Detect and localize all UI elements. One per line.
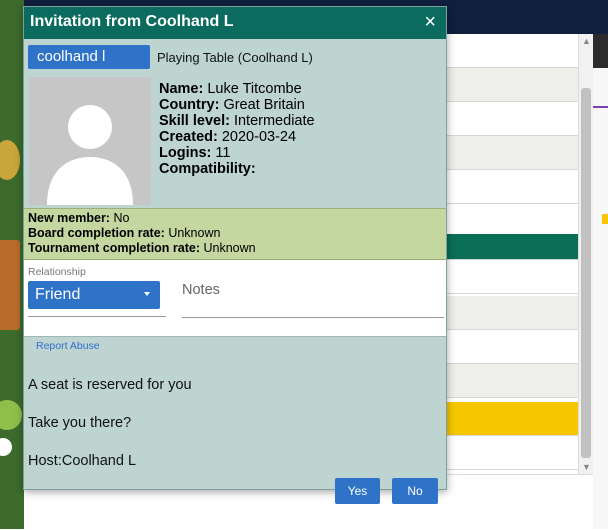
list-item xyxy=(447,136,579,170)
list-item xyxy=(447,170,579,204)
relationship-underline xyxy=(28,316,166,317)
list-item xyxy=(447,364,579,398)
member-stats-panel: New member: No Board completion rate: Un… xyxy=(24,208,446,260)
dialog-title: Invitation from Coolhand L xyxy=(30,13,234,30)
scroll-up-icon[interactable]: ▲ xyxy=(582,36,591,46)
user-avatar-icon xyxy=(29,77,151,205)
profile-logins: 11 xyxy=(215,145,231,161)
table-label: Playing Table (Coolhand L) xyxy=(157,50,313,65)
invitation-dialog: Invitation from Coolhand L × coolhand l … xyxy=(23,6,447,490)
tournament-completion-value: Unknown xyxy=(203,241,256,255)
list-item xyxy=(447,330,579,364)
list-item xyxy=(447,102,579,136)
dropdown-caret-icon xyxy=(144,292,150,296)
new-member-value: No xyxy=(113,211,130,225)
profile-created: 2020-03-24 xyxy=(221,129,297,145)
scrollbar-thumb[interactable] xyxy=(581,88,591,458)
list-item xyxy=(447,68,579,102)
background-scrollbar[interactable]: ▲ ▼ xyxy=(578,34,593,474)
close-icon[interactable]: × xyxy=(424,11,436,34)
no-button[interactable]: No xyxy=(392,478,438,504)
list-item xyxy=(447,260,579,294)
background-right-panel xyxy=(593,34,608,529)
list-item xyxy=(447,34,579,68)
report-abuse-link[interactable]: Report Abuse xyxy=(36,340,100,352)
list-header xyxy=(447,234,579,260)
scroll-down-icon[interactable]: ▼ xyxy=(582,462,591,472)
board-completion-value: Unknown xyxy=(168,226,221,240)
yes-button[interactable]: Yes xyxy=(335,478,380,504)
list-item-highlighted xyxy=(447,402,579,436)
profile-name: Luke Titcombe xyxy=(207,81,302,97)
list-item xyxy=(447,436,579,470)
seat-reserved-message: A seat is reserved for you xyxy=(28,377,192,393)
profile-info: Name: Luke Titcombe Country: Great Brita… xyxy=(159,81,315,177)
host-message: Host:Coolhand L xyxy=(28,453,137,469)
notes-input[interactable]: Notes xyxy=(182,282,220,298)
dialog-title-bar: Invitation from Coolhand L × xyxy=(24,7,446,39)
profile-skill: Intermediate xyxy=(233,113,315,129)
list-item xyxy=(447,296,579,330)
relationship-panel: Relationship Friend Notes xyxy=(24,260,446,337)
relationship-label: Relationship xyxy=(28,266,86,278)
player-name-button[interactable]: coolhand l xyxy=(28,45,150,69)
relationship-select[interactable]: Friend xyxy=(28,281,160,309)
notes-underline xyxy=(182,317,444,318)
relationship-value: Friend xyxy=(35,286,81,303)
background-game-art xyxy=(0,0,24,529)
take-you-there-message: Take you there? xyxy=(28,415,132,431)
background-table-list xyxy=(446,34,579,474)
profile-country: Great Britain xyxy=(223,97,305,113)
